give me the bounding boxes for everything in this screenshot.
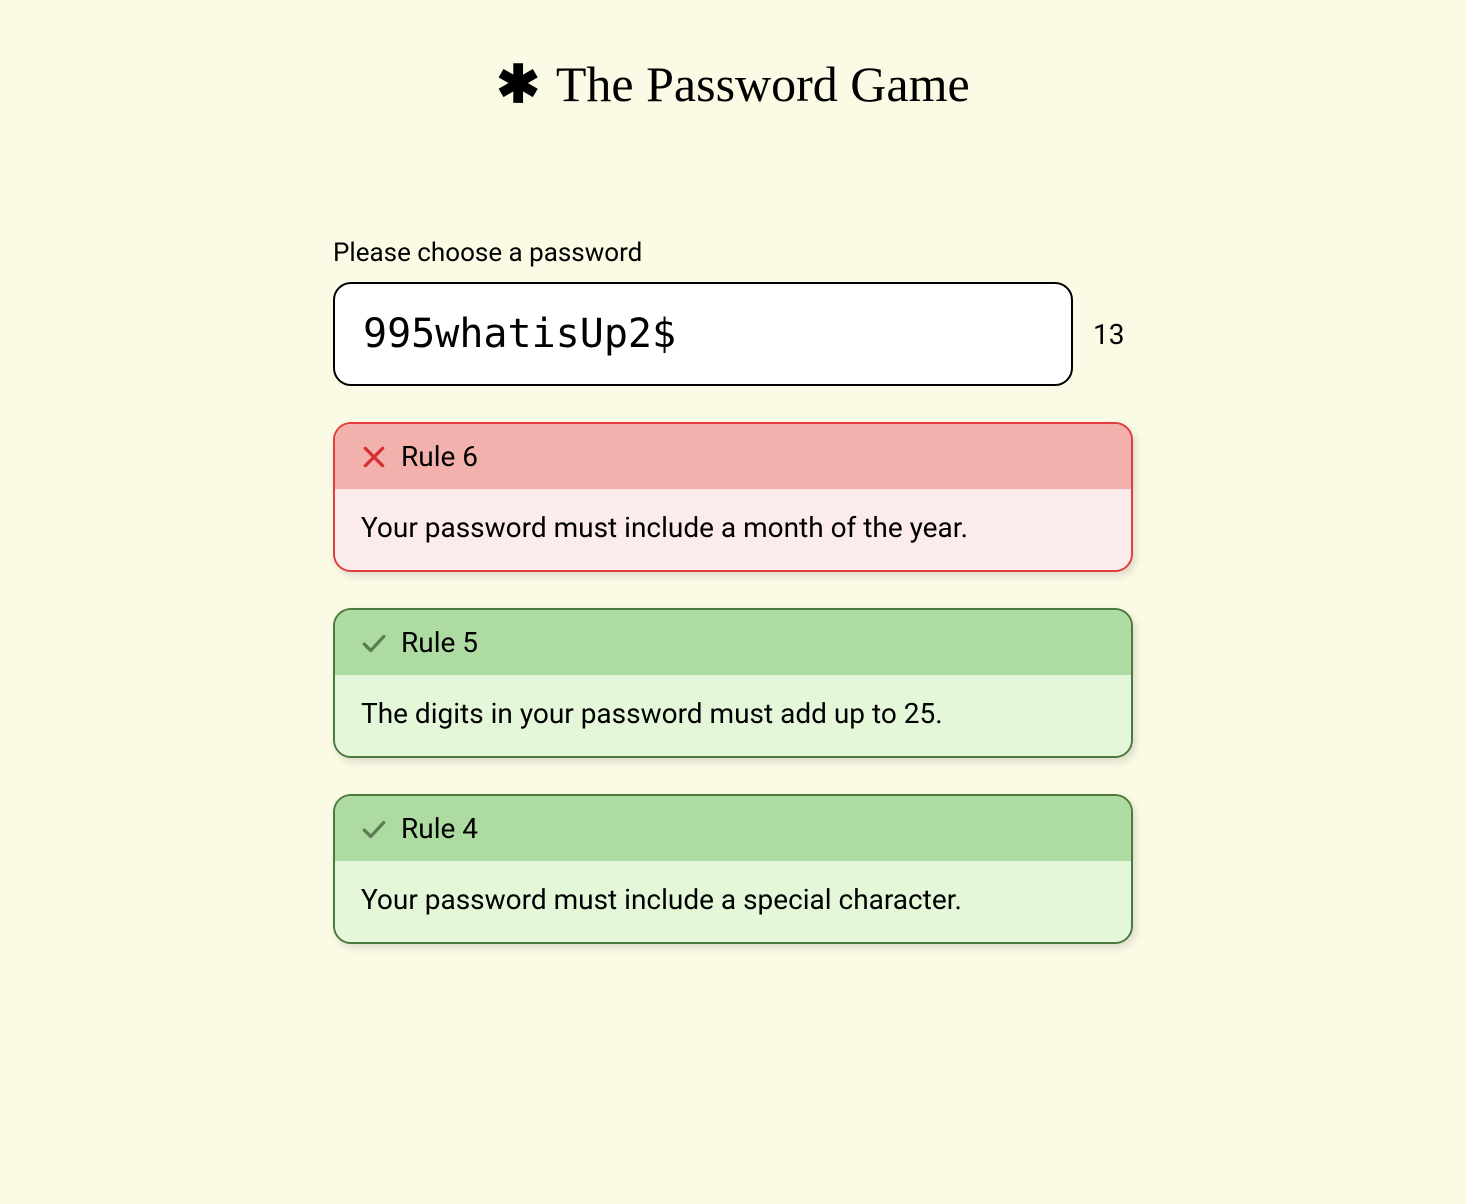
title-text: The Password Game	[556, 55, 970, 113]
page-title: ✱ The Password Game	[496, 55, 969, 113]
page-container: ✱ The Password Game Please choose a pass…	[0, 0, 1466, 944]
rule-label: Rule 4	[401, 812, 478, 845]
check-icon	[361, 630, 387, 656]
rule-description: The digits in your password must add up …	[335, 675, 1131, 756]
rule-header: Rule 6	[335, 424, 1131, 489]
x-icon	[361, 444, 387, 470]
rule-label: Rule 5	[401, 626, 478, 659]
rule-card: Rule 6 Your password must include a mont…	[333, 422, 1133, 572]
rule-label: Rule 6	[401, 440, 478, 473]
check-icon	[361, 816, 387, 842]
rules-list: Rule 6 Your password must include a mont…	[333, 422, 1133, 944]
rule-card: Rule 4 Your password must include a spec…	[333, 794, 1133, 944]
prompt-label: Please choose a password	[333, 238, 1133, 268]
password-input[interactable]: 995whatisUp2$	[333, 282, 1073, 386]
rule-header: Rule 5	[335, 610, 1131, 675]
rule-card: Rule 5 The digits in your password must …	[333, 608, 1133, 758]
rule-description: Your password must include a month of th…	[335, 489, 1131, 570]
rule-description: Your password must include a special cha…	[335, 861, 1131, 942]
rule-header: Rule 4	[335, 796, 1131, 861]
content-area: Please choose a password 995whatisUp2$ 1…	[333, 238, 1133, 944]
asterisk-icon: ✱	[496, 60, 540, 112]
input-row: 995whatisUp2$ 13	[333, 282, 1133, 386]
character-count: 13	[1093, 318, 1133, 351]
